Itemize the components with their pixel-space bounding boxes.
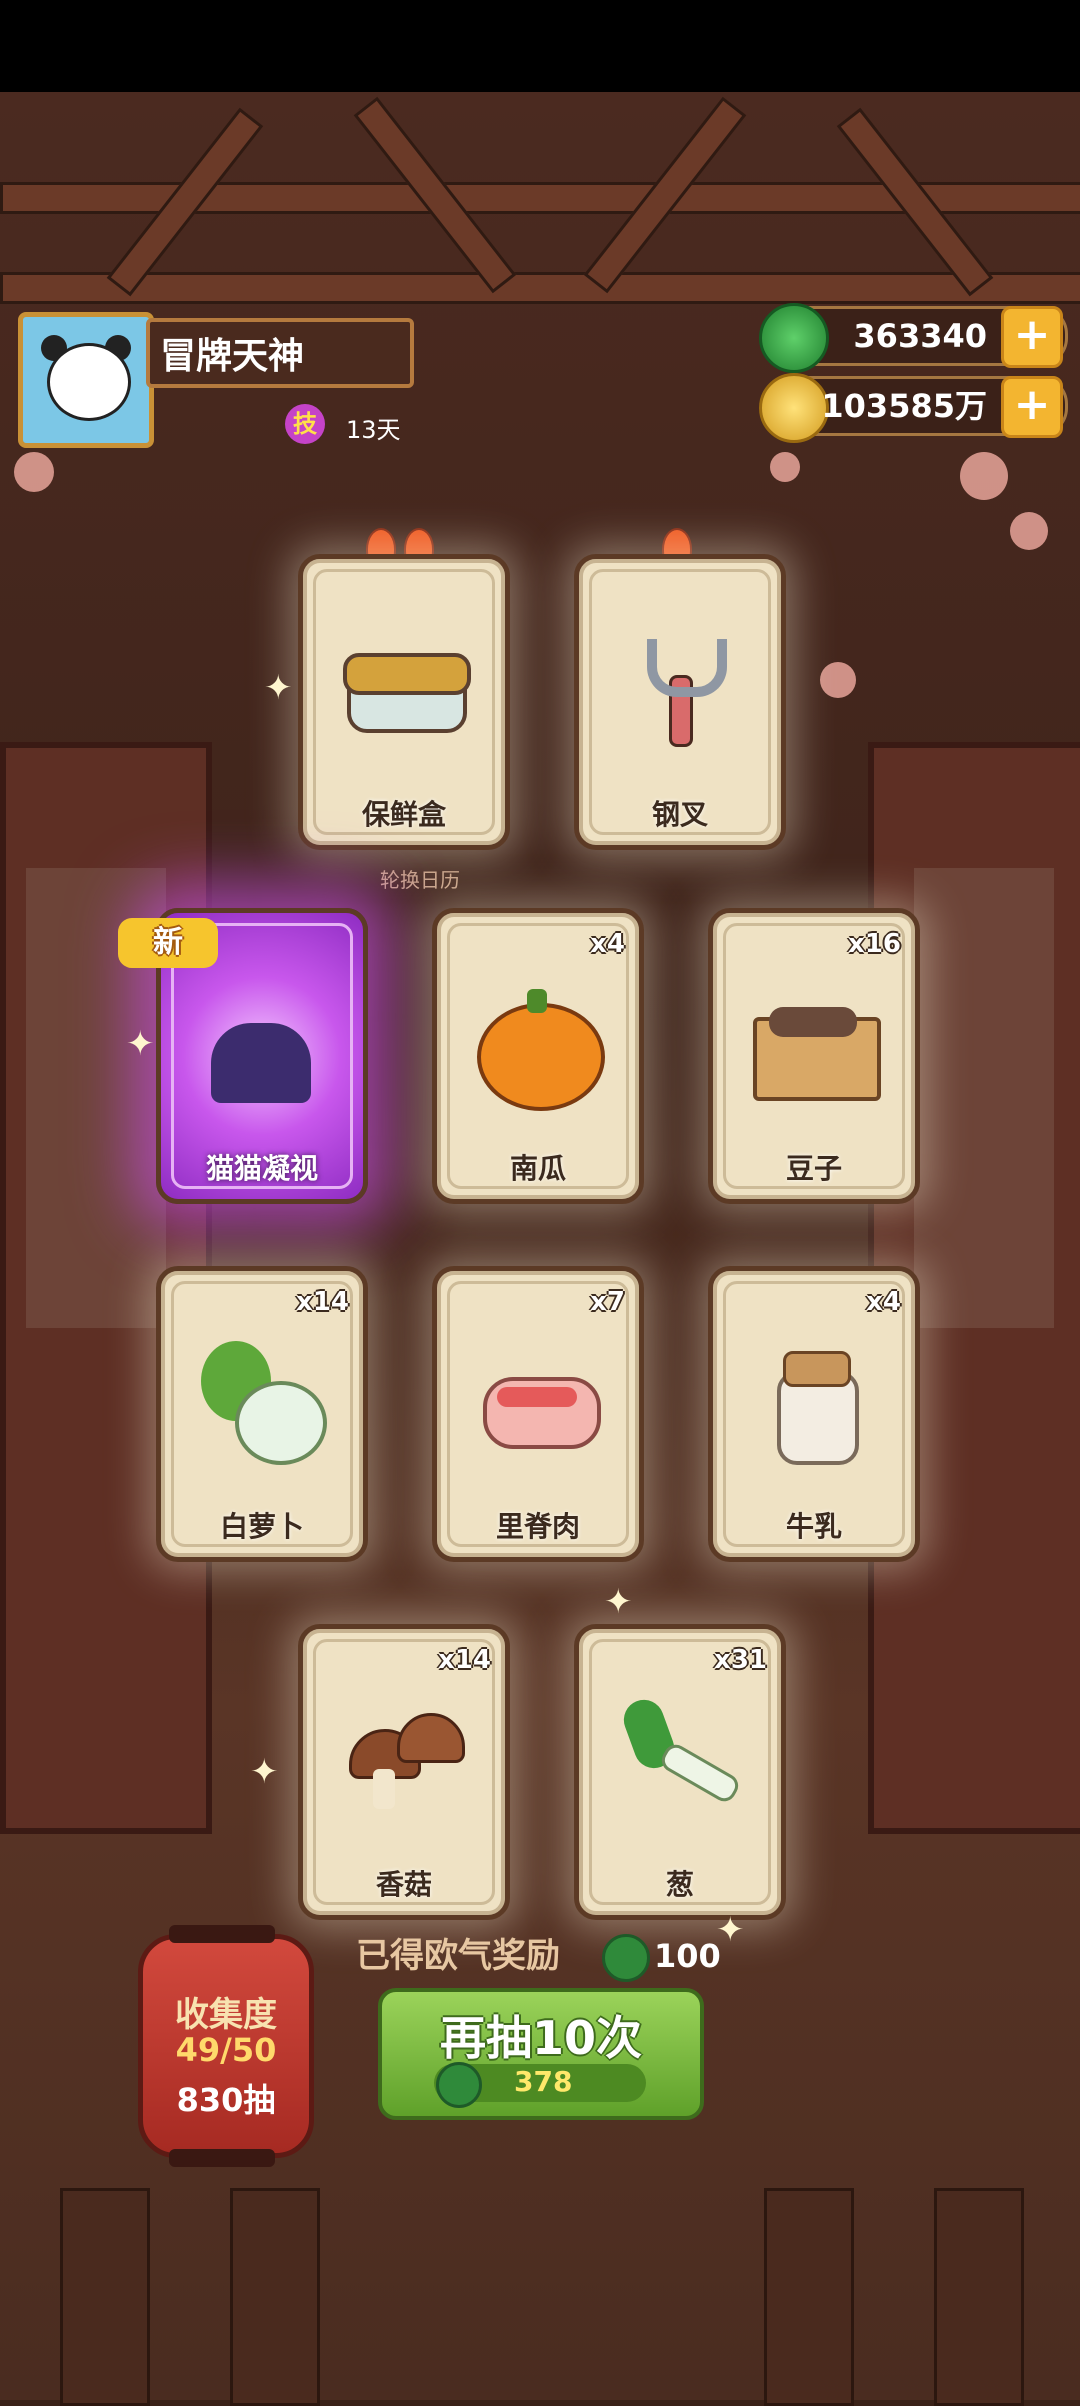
- skill-days: 13天: [346, 416, 401, 444]
- pumpkin-icon: [477, 983, 605, 1111]
- player-name: 冒牌天神: [146, 318, 414, 388]
- fork-icon: [619, 629, 739, 749]
- jade-icon: [602, 1934, 650, 1982]
- add-jade-button[interactable]: +: [1001, 306, 1063, 368]
- item-count: x4: [590, 929, 625, 959]
- collection-progress: 49/50: [175, 2031, 277, 2069]
- radish-icon: [201, 1341, 327, 1465]
- draw-again-button[interactable]: 再抽10次 378: [378, 1988, 704, 2120]
- cat-gaze-icon: [201, 983, 321, 1103]
- card-label: 葱: [665, 1868, 694, 1901]
- skill-icon[interactable]: 技: [285, 404, 325, 444]
- collection-lantern[interactable]: 收集度 49/50 830抽: [138, 1925, 314, 2167]
- item-count: x14: [438, 1645, 491, 1675]
- luck-reward-value: 100: [654, 1937, 721, 1975]
- blossom: [14, 452, 54, 492]
- mushroom-icon: [343, 1699, 465, 1819]
- jade-amount: 363340: [853, 317, 987, 355]
- item-card[interactable]: x14 白萝卜: [156, 1266, 368, 1562]
- item-card[interactable]: x7 里脊肉: [432, 1266, 644, 1562]
- card-label: 牛乳: [785, 1510, 842, 1543]
- sparkle-icon: ✦: [126, 1024, 155, 1064]
- draw-cost: 378: [514, 2065, 573, 2098]
- item-card[interactable]: x4 牛乳: [708, 1266, 920, 1562]
- jade-icon: [436, 2062, 482, 2108]
- tenderloin-icon: [477, 1341, 601, 1461]
- milk-jar-icon: [753, 1341, 873, 1465]
- new-badge: 新: [118, 918, 218, 968]
- card-label: 南瓜: [509, 1152, 566, 1185]
- card-label: 白萝卜: [219, 1510, 304, 1543]
- blossom: [770, 452, 800, 482]
- item-card[interactable]: x4 南瓜: [432, 908, 644, 1204]
- food-box-icon: [343, 629, 471, 749]
- coin-icon: [759, 373, 829, 443]
- collection-label: 收集度: [175, 1995, 277, 2035]
- sparkle-icon: ✦: [264, 668, 293, 708]
- item-count: x7: [590, 1287, 625, 1317]
- draw-again-label: 再抽10次: [439, 2011, 642, 2065]
- item-card[interactable]: 钢叉: [574, 554, 786, 850]
- jade-icon: [759, 303, 829, 373]
- item-count: x31: [714, 1645, 767, 1675]
- calendar-label: 轮换日历: [380, 868, 460, 892]
- item-count: x4: [866, 1287, 901, 1317]
- scallion-icon: [618, 1694, 743, 1819]
- fence-post: [934, 2188, 1024, 2406]
- sparkle-icon: ✦: [250, 1752, 279, 1792]
- card-label: 里脊肉: [495, 1510, 580, 1543]
- fence-post: [764, 2188, 854, 2406]
- card-label: 豆子: [785, 1152, 842, 1185]
- add-coin-button[interactable]: +: [1001, 376, 1063, 438]
- item-count: x16: [848, 929, 901, 959]
- fence-post: [230, 2188, 320, 2406]
- jade-currency: 363340 +: [759, 303, 1068, 373]
- card-label: 猫猫凝视: [205, 1152, 318, 1185]
- blossom: [820, 662, 856, 698]
- beans-icon: [753, 983, 881, 1103]
- item-card[interactable]: x31 葱: [574, 1624, 786, 1920]
- card-label: 保鲜盒: [361, 798, 446, 831]
- item-card[interactable]: x14 香菇: [298, 1624, 510, 1920]
- card-label: 钢叉: [651, 798, 708, 831]
- collection-draws: 830抽: [176, 2081, 276, 2119]
- fence-post: [60, 2188, 150, 2406]
- status-bar: [0, 0, 1080, 92]
- item-count: x14: [296, 1287, 349, 1317]
- coin-currency: 103585万 +: [759, 373, 1068, 443]
- sparkle-icon: ✦: [604, 1582, 633, 1622]
- card-label: 香菇: [375, 1868, 432, 1901]
- item-card[interactable]: 保鲜盒: [298, 554, 510, 850]
- blossom: [1010, 512, 1048, 550]
- coin-amount: 103585万: [821, 387, 987, 425]
- player-avatar[interactable]: [18, 312, 154, 448]
- blossom: [960, 452, 1008, 500]
- item-card[interactable]: x16 豆子: [708, 908, 920, 1204]
- roof-beam: [0, 272, 1080, 304]
